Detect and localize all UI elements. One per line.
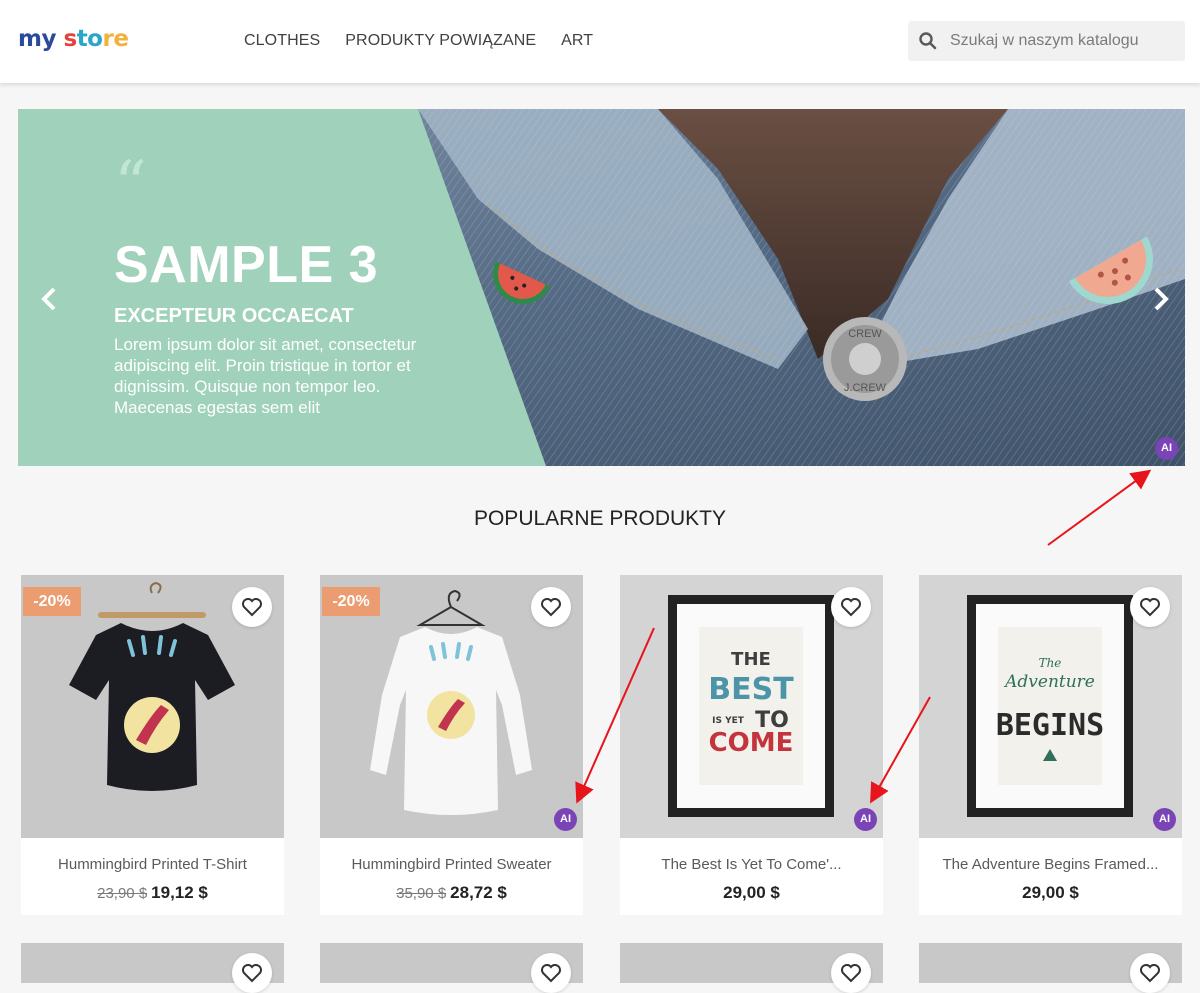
slider-next-arrow-icon[interactable]	[1146, 279, 1176, 319]
price: 29,00 $	[1022, 883, 1079, 902]
price: 28,72 $	[450, 883, 507, 902]
price-row: 35,90 $28,72 $	[320, 883, 583, 903]
heart-icon	[841, 964, 861, 983]
product-card[interactable]	[320, 943, 583, 993]
poster-text: THE	[731, 649, 771, 670]
slider-prev-arrow-icon[interactable]	[34, 279, 64, 319]
slide-text: Lorem ipsum dolor sit amet, consectetur …	[114, 335, 417, 417]
product-card[interactable]	[919, 943, 1182, 993]
wishlist-button[interactable]	[531, 953, 571, 993]
heart-icon	[242, 598, 262, 617]
search-input[interactable]	[948, 21, 1178, 61]
search-box	[908, 21, 1185, 61]
button-engraving-crew: CREW	[848, 328, 882, 340]
wishlist-button[interactable]	[531, 587, 571, 627]
product-name[interactable]: The Best Is Yet To Come'...	[620, 856, 883, 873]
product-card[interactable]: -20% Hummingbird Printed T-Shirt 23,90 $…	[21, 575, 284, 915]
price: 19,12 $	[151, 883, 208, 902]
slide-subtitle: EXCEPTEUR OCCAECAT	[114, 305, 354, 327]
nav-item-clothes[interactable]: CLOTHES	[244, 32, 320, 50]
site-header: my store CLOTHES PRODUKTY POWIĄZANE ART	[0, 0, 1200, 83]
nav-item-art[interactable]: ART	[561, 32, 593, 50]
product-card[interactable]: The Adventure BEGINS AI The Adventure Be…	[919, 575, 1182, 915]
product-card[interactable]	[620, 943, 883, 993]
product-card[interactable]: THE BEST IS YET TO COME AI The Best Is Y…	[620, 575, 883, 915]
price-row: 23,90 $19,12 $	[21, 883, 284, 903]
quote-icon: “	[114, 148, 147, 222]
poster-text: BEST	[708, 672, 794, 707]
button-engraving-jcrew: J.CREW	[844, 382, 887, 394]
logo-text-re: re	[102, 26, 129, 52]
product-name[interactable]: Hummingbird Printed Sweater	[320, 856, 583, 873]
wishlist-button[interactable]	[831, 953, 871, 993]
slide-title: SAMPLE 3	[114, 236, 379, 294]
regular-price: 35,90 $	[396, 885, 447, 902]
price-row: 29,00 $	[919, 883, 1182, 903]
poster-text: Adventure	[1003, 672, 1095, 692]
poster-text: The	[1039, 656, 1062, 670]
section-title: POPULARNE PRODUKTY	[473, 507, 727, 530]
main-nav: CLOTHES PRODUKTY POWIĄZANE ART	[244, 32, 593, 50]
wishlist-button[interactable]	[1130, 587, 1170, 627]
store-logo[interactable]: my store	[18, 26, 129, 52]
logo-text-my: my	[18, 26, 56, 52]
logo-text-s: s	[63, 26, 77, 52]
product-name[interactable]: The Adventure Begins Framed...	[919, 856, 1182, 873]
heart-icon	[541, 964, 561, 983]
logo-text-to: to	[76, 26, 103, 52]
poster-text: BEGINS	[996, 708, 1104, 743]
nav-item-produkty-powiazane[interactable]: PRODUKTY POWIĄZANE	[345, 32, 536, 50]
heart-icon	[1140, 964, 1160, 983]
heart-icon	[1140, 598, 1160, 617]
poster-text: COME	[709, 728, 794, 758]
wishlist-button[interactable]	[232, 587, 272, 627]
ai-badge[interactable]: AI	[554, 808, 577, 831]
price-row: 29,00 $	[620, 883, 883, 903]
ai-badge[interactable]: AI	[1153, 808, 1176, 831]
slide-caption: “ SAMPLE 3 EXCEPTEUR OCCAECAT Lorem ipsu…	[114, 148, 454, 418]
discount-badge: -20%	[23, 587, 81, 616]
product-card[interactable]: -20% AI Hummingbird Printed Sweater 35,9…	[320, 575, 583, 915]
heart-icon	[841, 598, 861, 617]
homepage-slider: CREW J.CREW “ SAMPLE 3 EXCEPTEUR OCCAECA…	[18, 109, 1185, 466]
heart-icon	[242, 964, 262, 983]
search-icon[interactable]	[918, 31, 938, 51]
discount-badge: -20%	[322, 587, 380, 616]
wishlist-button[interactable]	[232, 953, 272, 993]
ai-badge[interactable]: AI	[1155, 437, 1178, 460]
wishlist-button[interactable]	[831, 587, 871, 627]
poster-text: IS YET	[712, 716, 745, 726]
ai-badge[interactable]: AI	[854, 808, 877, 831]
heart-icon	[541, 598, 561, 617]
regular-price: 23,90 $	[97, 885, 148, 902]
wishlist-button[interactable]	[1130, 953, 1170, 993]
product-name[interactable]: Hummingbird Printed T-Shirt	[21, 856, 284, 873]
price: 29,00 $	[723, 883, 780, 902]
product-card[interactable]	[21, 943, 284, 993]
